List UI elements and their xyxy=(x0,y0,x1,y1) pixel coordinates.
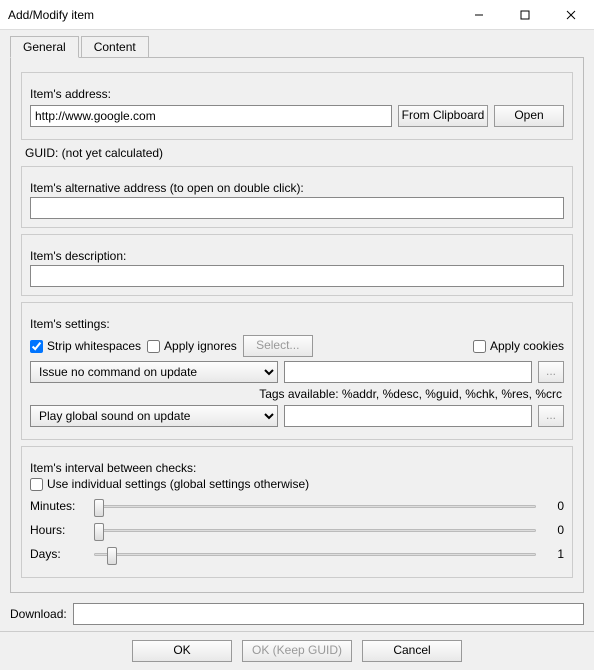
group-settings: Item's settings: Strip whitespaces Apply… xyxy=(21,302,573,440)
minimize-button[interactable] xyxy=(456,0,502,30)
applycookies-checkbox[interactable]: Apply cookies xyxy=(473,339,564,353)
maximize-button[interactable] xyxy=(502,0,548,30)
command-select[interactable]: Issue no command on update xyxy=(30,361,278,383)
applyignores-label: Apply ignores xyxy=(164,339,237,353)
altaddr-label: Item's alternative address (to open on d… xyxy=(30,181,564,195)
guid-text: GUID: (not yet calculated) xyxy=(25,146,573,160)
hours-label: Hours: xyxy=(30,523,86,537)
applyignores-checkbox[interactable]: Apply ignores xyxy=(147,339,237,353)
sound-param-input[interactable] xyxy=(284,405,532,427)
desc-label: Item's description: xyxy=(30,249,564,263)
strip-checkbox[interactable]: Strip whitespaces xyxy=(30,339,141,353)
command-param-input[interactable] xyxy=(284,361,532,383)
days-value: 1 xyxy=(544,547,564,561)
cancel-button[interactable]: Cancel xyxy=(362,640,462,662)
group-altaddr: Item's alternative address (to open on d… xyxy=(21,166,573,228)
download-label: Download: xyxy=(10,607,67,621)
tabstrip: General Content xyxy=(0,30,594,57)
days-slider[interactable] xyxy=(94,545,536,563)
dialog-buttons: OK OK (Keep GUID) Cancel xyxy=(0,631,594,670)
days-label: Days: xyxy=(30,547,86,561)
close-button[interactable] xyxy=(548,0,594,30)
tab-general[interactable]: General xyxy=(10,36,79,58)
sound-browse-button: ... xyxy=(538,405,564,427)
select-button: Select... xyxy=(243,335,313,357)
strip-label: Strip whitespaces xyxy=(47,339,141,353)
window-title: Add/Modify item xyxy=(0,8,456,22)
tags-available-text: Tags available: %addr, %desc, %guid, %ch… xyxy=(32,387,562,401)
minutes-label: Minutes: xyxy=(30,499,86,513)
address-label: Item's address: xyxy=(30,87,564,101)
group-interval: Item's interval between checks: Use indi… xyxy=(21,446,573,578)
useindividual-label: Use individual settings (global settings… xyxy=(47,477,309,491)
open-button[interactable]: Open xyxy=(494,105,564,127)
useindividual-checkbox[interactable]: Use individual settings (global settings… xyxy=(30,477,564,491)
group-desc: Item's description: xyxy=(21,234,573,296)
hours-value: 0 xyxy=(544,523,564,537)
download-progress xyxy=(73,603,584,625)
address-input[interactable] xyxy=(30,105,392,127)
ok-keep-guid-button: OK (Keep GUID) xyxy=(242,640,352,662)
tab-content[interactable]: Content xyxy=(81,36,149,57)
altaddr-input[interactable] xyxy=(30,197,564,219)
settings-label: Item's settings: xyxy=(30,317,564,331)
from-clipboard-button[interactable]: From Clipboard xyxy=(398,105,488,127)
minutes-slider[interactable] xyxy=(94,497,536,515)
tab-panel-general: Item's address: From Clipboard Open GUID… xyxy=(10,57,584,593)
hours-slider[interactable] xyxy=(94,521,536,539)
minutes-value: 0 xyxy=(544,499,564,513)
applycookies-label: Apply cookies xyxy=(490,339,564,353)
sound-select[interactable]: Play global sound on update xyxy=(30,405,278,427)
desc-input[interactable] xyxy=(30,265,564,287)
interval-label: Item's interval between checks: xyxy=(30,461,564,475)
titlebar: Add/Modify item xyxy=(0,0,594,30)
group-address: Item's address: From Clipboard Open xyxy=(21,72,573,140)
command-browse-button: ... xyxy=(538,361,564,383)
ok-button[interactable]: OK xyxy=(132,640,232,662)
